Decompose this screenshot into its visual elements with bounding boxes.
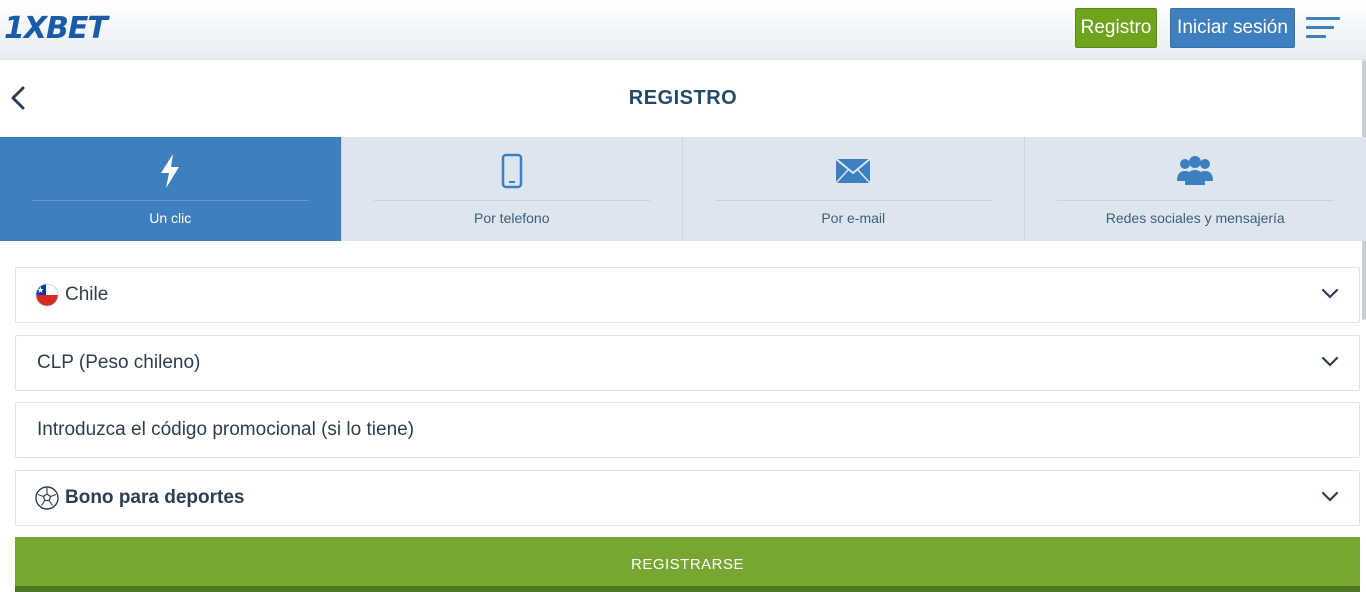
tab-divider — [373, 200, 650, 201]
chile-flag-icon — [35, 283, 59, 307]
submit-button-shadow — [15, 586, 1360, 592]
phone-icon — [342, 151, 683, 191]
tab-por-email[interactable]: Por e-mail — [683, 137, 1025, 241]
tab-divider — [715, 200, 992, 201]
soccer-ball-icon — [35, 486, 59, 510]
promo-code-placeholder: Introduzca el código promocional (si lo … — [37, 419, 415, 440]
page-title: REGISTRO — [628, 87, 738, 109]
bonus-select[interactable]: Bono para deportes — [15, 470, 1360, 526]
top-header: 1XBET Registro Iniciar sesión — [0, 0, 1366, 60]
tab-un-clic[interactable]: Un clic — [0, 137, 342, 241]
tab-divider — [32, 200, 309, 201]
register-button[interactable]: Registro — [1075, 8, 1157, 48]
tab-por-telefono[interactable]: Por telefono — [342, 137, 683, 241]
tab-redes-sociales[interactable]: Redes sociales y mensajería — [1025, 137, 1366, 241]
country-value: Chile — [65, 284, 109, 305]
lightning-icon — [0, 151, 341, 191]
chevron-down-icon — [1321, 356, 1339, 367]
envelope-icon — [683, 151, 1024, 191]
tab-divider — [1056, 200, 1334, 201]
country-select[interactable]: Chile — [15, 267, 1360, 323]
back-arrow-icon[interactable] — [8, 84, 32, 112]
tab-label: Un clic — [149, 210, 192, 226]
currency-select[interactable]: CLP (Peso chileno) — [15, 335, 1360, 391]
chevron-down-icon — [1321, 491, 1339, 502]
register-submit-button[interactable]: REGISTRARSE — [15, 537, 1360, 592]
login-button[interactable]: Iniciar sesión — [1170, 8, 1295, 48]
tab-label: Redes sociales y mensajería — [1105, 210, 1285, 226]
registration-tabs: Un clic Por telefono Por e-mail Redes so… — [0, 137, 1366, 241]
logo[interactable]: 1XBET — [4, 10, 108, 46]
tab-label: Por e-mail — [821, 210, 886, 226]
people-icon — [1025, 151, 1366, 191]
chevron-down-icon — [1321, 288, 1339, 299]
bonus-value: Bono para deportes — [65, 487, 245, 508]
promo-code-input[interactable]: Introduzca el código promocional (si lo … — [15, 402, 1360, 458]
tab-label: Por telefono — [474, 210, 550, 226]
hamburger-menu-icon[interactable] — [1306, 14, 1342, 42]
currency-value: CLP (Peso chileno) — [37, 352, 201, 373]
